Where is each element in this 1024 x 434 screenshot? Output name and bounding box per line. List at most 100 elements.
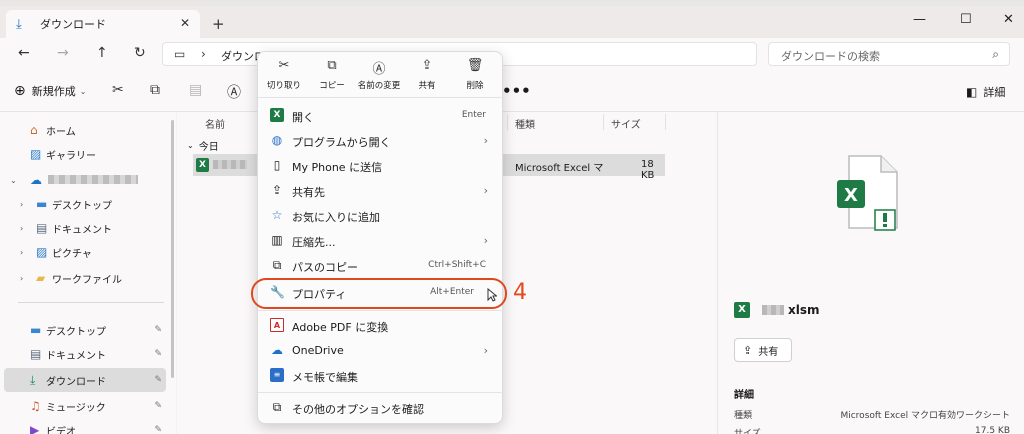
sidebar-item-documents[interactable]: › ▤ ドキュメント (0, 216, 166, 240)
sidebar-pinned-music[interactable]: ♫ ミュージック ✎ (0, 394, 166, 418)
ctx-item-label: My Phone に送信 (292, 161, 383, 174)
ctx-action-label: 切り取り (266, 81, 301, 91)
search-input[interactable]: ダウンロードの検索 ⌕ (768, 42, 1010, 66)
up-button[interactable]: ↑ (96, 45, 108, 61)
pin-icon[interactable]: ✎ (154, 401, 162, 411)
ctx-action-label: 共有 (418, 81, 436, 91)
ctx-item-open-with[interactable]: ◍ プログラムから開く › (262, 129, 500, 153)
file-size: 18 KB (641, 159, 655, 181)
pin-icon[interactable]: ✎ (154, 325, 162, 335)
sidebar-item-home[interactable]: ⌂ ホーム (0, 118, 166, 142)
pin-icon[interactable]: ✎ (154, 349, 162, 359)
maximize-button[interactable]: ☐ (960, 12, 972, 27)
desktop-icon: ▬ (36, 197, 48, 211)
documents-icon: ▤ (36, 221, 48, 235)
sidebar-item-label: ピクチャ (52, 248, 92, 260)
cloud-icon: ☁ (271, 343, 283, 357)
back-button[interactable]: ← (18, 45, 30, 61)
ctx-rename-button[interactable]: Ⓐ 名前の変更 (353, 58, 405, 91)
ctx-copy-button[interactable]: ⧉ コピー (306, 58, 358, 91)
prop-label-size: サイズ (734, 429, 761, 434)
sidebar-pinned-documents[interactable]: ▤ ドキュメント ✎ (0, 342, 166, 366)
chevron-down-icon: ⌄ (79, 86, 87, 96)
pin-icon[interactable]: ✎ (154, 375, 162, 385)
tab-close-icon[interactable]: ✕ (180, 16, 190, 30)
tab-title: ダウンロード (40, 18, 106, 31)
copy-icon[interactable]: ⧉ (150, 82, 160, 98)
sidebar-pinned-desktop[interactable]: ▬ デスクトップ ✎ (0, 318, 166, 342)
desktop-icon: ▬ (30, 323, 42, 337)
cut-icon[interactable]: ✂ (112, 82, 124, 98)
chevron-right-icon: › (20, 247, 24, 257)
details-share-button[interactable]: ⇪ 共有 (734, 338, 792, 362)
details-pane: X X xlsm ⇪ 共有 詳細 種類 Microsoft Excel マクロ有… (717, 112, 1024, 434)
minimize-button[interactable]: — (913, 12, 926, 27)
sidebar-item-onedrive[interactable]: ⌄ ☁ (0, 168, 166, 192)
breadcrumb-separator: › (201, 47, 206, 61)
notepad-icon: ≡ (270, 368, 284, 382)
ctx-item-send-to-phone[interactable]: ▯ My Phone に送信 (262, 154, 500, 178)
ctx-action-label: 削除 (466, 81, 484, 91)
gallery-icon: ▨ (30, 147, 42, 161)
sidebar-item-label (48, 175, 138, 186)
excel-macro-file-icon: X (837, 155, 898, 231)
ctx-item-convert-pdf[interactable]: A Adobe PDF に変換 (262, 314, 500, 338)
new-tab-button[interactable]: + (212, 15, 225, 33)
sidebar-item-workfiles[interactable]: › ▰ ワークファイル (0, 266, 166, 290)
excel-icon: X (734, 302, 750, 318)
details-button[interactable]: ◧ 詳細 (966, 84, 1005, 100)
window-close-button[interactable]: ✕ (1003, 12, 1014, 27)
column-header-size[interactable]: サイズ (611, 116, 641, 131)
context-menu-actions: ✂ 切り取り ⧉ コピー Ⓐ 名前の変更 ⇪ 共有 🗑 削除 (258, 52, 504, 98)
ctx-cut-button[interactable]: ✂ 切り取り (258, 58, 310, 91)
sidebar-pinned-video[interactable]: ▶ ビデオ ✎ (0, 418, 166, 434)
tab-downloads[interactable]: ⤓ ダウンロード ✕ (6, 10, 200, 38)
ctx-item-label: 開く (292, 111, 314, 124)
plus-icon: ⊕ (14, 83, 26, 99)
onedrive-icon: ☁ (30, 173, 42, 187)
mouse-cursor-icon (487, 288, 497, 302)
ctx-item-more-options[interactable]: ⧉ その他のオプションを確認 (262, 396, 500, 420)
paste-icon[interactable]: ▤ (189, 82, 202, 98)
ctx-item-onedrive[interactable]: ☁ OneDrive › (262, 339, 500, 363)
forward-button[interactable]: → (57, 45, 69, 61)
new-button[interactable]: ⊕ 新規作成 ⌄ (14, 83, 86, 99)
music-icon: ♫ (30, 399, 41, 413)
sidebar-item-label: ドキュメント (52, 224, 112, 236)
sidebar-item-label: デスクトップ (46, 326, 106, 338)
chevron-right-icon: › (483, 134, 488, 147)
more-options-icon[interactable]: ••• (502, 82, 531, 100)
file-name (213, 160, 247, 169)
ctx-item-compress[interactable]: ▥ 圧縮先... › (262, 229, 500, 253)
column-header-type[interactable]: 種類 (515, 116, 535, 131)
sidebar-pinned-downloads[interactable]: ⤓ ダウンロード ✎ (4, 368, 166, 392)
details-file-name (762, 305, 784, 315)
sidebar-item-pictures[interactable]: › ▨ ピクチャ (0, 240, 166, 264)
ctx-item-share-to[interactable]: ⇪ 共有先 › (262, 179, 500, 203)
ctx-item-copy-path[interactable]: ⧉ パスのコピー Ctrl+Shift+C (262, 254, 500, 278)
details-section-title: 詳細 (734, 390, 754, 401)
rename-icon[interactable]: Ⓐ (227, 82, 241, 102)
sidebar-item-desktop[interactable]: › ▬ デスクトップ (0, 192, 166, 216)
share-to-icon: ⇪ (271, 183, 283, 197)
prop-value-size: 17.5 KB (975, 426, 1010, 434)
ctx-item-open[interactable]: X 開く Enter (262, 104, 500, 128)
ctx-item-add-favorite[interactable]: ☆ お気に入りに追加 (262, 204, 500, 228)
excel-icon: X (196, 158, 209, 172)
chevron-right-icon: › (20, 199, 24, 209)
sidebar-item-gallery[interactable]: ▨ ギャラリー (0, 142, 166, 166)
folder-icon: ▰ (36, 271, 46, 285)
column-header-name[interactable]: 名前 (205, 116, 225, 131)
group-header-today[interactable]: ⌄ 今日 (187, 138, 219, 153)
pin-icon[interactable]: ✎ (154, 425, 162, 434)
file-type: Microsoft Excel マ (515, 163, 604, 174)
chevron-down-icon: ⌄ (187, 141, 194, 150)
sidebar-scrollbar[interactable] (171, 120, 174, 378)
ctx-item-edit-notepad[interactable]: ≡ メモ帳で編集 (262, 364, 500, 388)
address-bar: ← → ↑ ↻ ▭ › ダウンロード ダウンロードの検索 ⌕ (0, 38, 1024, 70)
ctx-delete-button[interactable]: 🗑 削除 (449, 58, 501, 91)
ctx-share-button[interactable]: ⇪ 共有 (401, 58, 453, 91)
refresh-button[interactable]: ↻ (134, 45, 146, 61)
share-icon: ⇪ (743, 343, 753, 357)
pc-icon: ▭ (174, 47, 186, 61)
